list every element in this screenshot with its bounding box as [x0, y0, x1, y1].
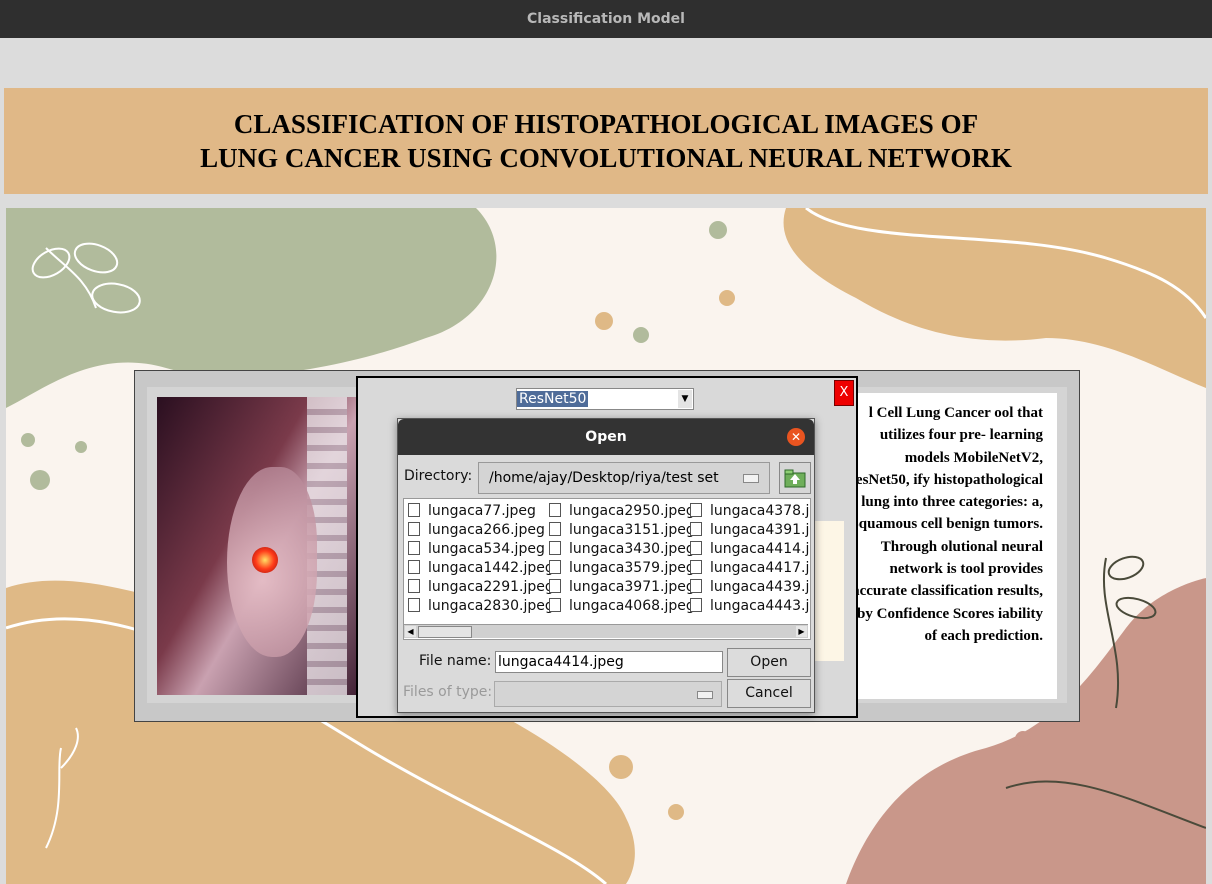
- file-icon: [408, 541, 420, 555]
- file-icon: [549, 579, 561, 593]
- parent-folder-button[interactable]: [779, 462, 811, 494]
- file-icon: [408, 560, 420, 574]
- file-name-label: File name:: [419, 653, 492, 669]
- file-icon: [408, 503, 420, 517]
- file-icon: [549, 503, 561, 517]
- dialog-title: Open: [398, 419, 814, 455]
- file-icon: [690, 541, 702, 555]
- list-item[interactable]: lungaca77.jpeg: [406, 502, 554, 521]
- file-icon: [549, 560, 561, 574]
- model-select-value: ResNet50: [517, 391, 589, 407]
- lung-illustration: [157, 397, 367, 695]
- description-text: l Cell Lung Cancer ool that utilizes fou…: [845, 405, 1043, 644]
- file-column-3: lungaca4378.jp lungaca4391.jp lungaca441…: [688, 502, 810, 616]
- title-banner: CLASSIFICATION OF HISTOPATHOLOGICAL IMAG…: [4, 88, 1208, 194]
- open-button[interactable]: Open: [727, 648, 811, 677]
- list-item[interactable]: lungaca266.jpeg: [406, 521, 554, 540]
- open-file-dialog: Open ✕ Directory: /home/ajay/Desktop/riy…: [397, 418, 815, 713]
- file-column-1: lungaca77.jpeg lungaca266.jpeg lungaca53…: [406, 502, 554, 616]
- popup-close-button[interactable]: X: [834, 380, 854, 406]
- dropdown-icon: [743, 474, 759, 483]
- folder-up-icon: [784, 469, 806, 488]
- list-item[interactable]: lungaca4443.jp: [688, 597, 810, 616]
- list-item[interactable]: lungaca2950.jpeg: [547, 502, 695, 521]
- banner-title-line1: CLASSIFICATION OF HISTOPATHOLOGICAL IMAG…: [233, 109, 979, 139]
- chevron-down-icon[interactable]: ▼: [678, 390, 692, 408]
- directory-label: Directory:: [404, 468, 473, 484]
- description-panel: l Cell Lung Cancer ool that utilizes fou…: [845, 393, 1057, 699]
- file-icon: [408, 598, 420, 612]
- file-icon: [549, 598, 561, 612]
- popup-side-panel: [810, 521, 844, 661]
- cancel-button[interactable]: Cancel: [727, 679, 811, 708]
- file-icon: [690, 503, 702, 517]
- file-icon: [549, 522, 561, 536]
- list-item[interactable]: lungaca4439.jp: [688, 578, 810, 597]
- model-select[interactable]: ResNet50 ▼: [516, 388, 694, 410]
- window-title: Classification Model: [527, 11, 685, 27]
- scroll-right-icon[interactable]: ▶: [796, 626, 807, 637]
- file-icon: [408, 522, 420, 536]
- directory-select[interactable]: /home/ajay/Desktop/riya/test set: [478, 462, 770, 494]
- list-item[interactable]: lungaca3430.jpeg: [547, 540, 695, 559]
- list-item[interactable]: lungaca4378.jp: [688, 502, 810, 521]
- file-icon: [690, 522, 702, 536]
- list-item[interactable]: lungaca3151.jpeg: [547, 521, 695, 540]
- file-name-input[interactable]: lungaca4414.jpeg: [495, 651, 723, 673]
- directory-value: /home/ajay/Desktop/riya/test set: [489, 470, 719, 486]
- list-item[interactable]: lungaca4414.jp: [688, 540, 810, 559]
- scrollbar-thumb[interactable]: [418, 626, 472, 638]
- files-of-type-select[interactable]: [494, 681, 722, 707]
- window-titlebar: Classification Model: [0, 0, 1212, 38]
- tumor-graphic: [252, 547, 278, 573]
- horizontal-scrollbar[interactable]: ◀ ▶: [404, 624, 808, 638]
- file-icon: [549, 541, 561, 555]
- dialog-close-icon[interactable]: ✕: [787, 428, 805, 446]
- dropdown-icon: [697, 691, 713, 699]
- banner-title-line2: LUNG CANCER USING CONVOLUTIONAL NEURAL N…: [200, 143, 1012, 173]
- file-icon: [408, 579, 420, 593]
- file-icon: [690, 579, 702, 593]
- file-column-2: lungaca2950.jpeg lungaca3151.jpeg lungac…: [547, 502, 695, 616]
- file-icon: [690, 598, 702, 612]
- list-item[interactable]: lungaca3971.jpeg: [547, 578, 695, 597]
- files-of-type-label: Files of type:: [403, 684, 493, 700]
- list-item[interactable]: lungaca4391.jp: [688, 521, 810, 540]
- list-item[interactable]: lungaca2291.jpeg: [406, 578, 554, 597]
- list-item[interactable]: lungaca4417.jp: [688, 559, 810, 578]
- file-list[interactable]: lungaca77.jpeg lungaca266.jpeg lungaca53…: [403, 498, 811, 640]
- file-icon: [690, 560, 702, 574]
- list-item[interactable]: lungaca534.jpeg: [406, 540, 554, 559]
- list-item[interactable]: lungaca3579.jpeg: [547, 559, 695, 578]
- list-item[interactable]: lungaca2830.jpeg: [406, 597, 554, 616]
- list-item[interactable]: lungaca1442.jpeg: [406, 559, 554, 578]
- list-item[interactable]: lungaca4068.jpeg: [547, 597, 695, 616]
- scroll-left-icon[interactable]: ◀: [405, 626, 416, 637]
